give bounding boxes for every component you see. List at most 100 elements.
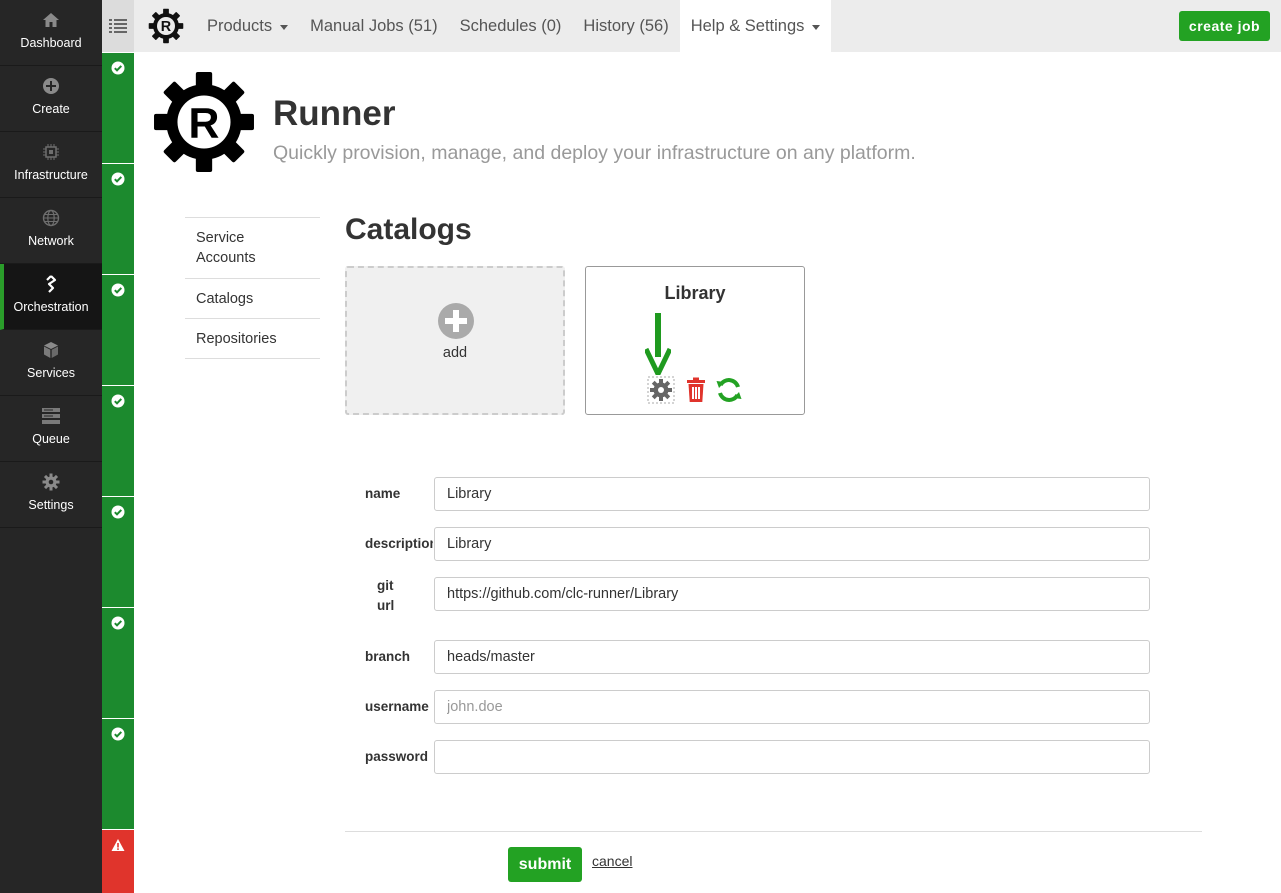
check-circle-icon	[111, 616, 125, 630]
orchestration-icon	[0, 274, 102, 294]
status-success[interactable]	[102, 385, 134, 496]
trash-icon[interactable]	[682, 376, 710, 404]
check-circle-icon	[111, 727, 125, 741]
git-url-label: git url	[365, 576, 433, 616]
username-field[interactable]	[434, 690, 1150, 724]
sidebar-item-infrastructure[interactable]: Infrastructure	[0, 132, 102, 198]
main-menu: Products Manual Jobs (51) Schedules (0) …	[196, 0, 832, 52]
status-success[interactable]	[102, 718, 134, 829]
menu-help-settings[interactable]: Help & Settings	[679, 0, 832, 52]
status-error[interactable]	[102, 829, 134, 893]
sidebar-item-queue[interactable]: Queue	[0, 396, 102, 462]
username-row: username	[365, 690, 1150, 724]
menu-label: Products	[207, 16, 273, 35]
list-icon	[109, 19, 127, 33]
gear-icon	[0, 472, 102, 492]
username-label: username	[365, 699, 429, 714]
top-navbar: R Products Manual Jobs (51) Schedules (0…	[134, 0, 1281, 52]
sidebar-item-label: Network	[28, 234, 74, 248]
status-success[interactable]	[102, 274, 134, 385]
name-label: name	[365, 486, 401, 501]
settings-subnav: Service Accounts Catalogs Repositories	[185, 217, 320, 359]
page-subtitle: Quickly provision, manage, and deploy yo…	[273, 142, 916, 164]
menu-history[interactable]: History (56)	[572, 0, 679, 52]
refresh-icon[interactable]	[715, 376, 743, 404]
sidebar-item-orchestration[interactable]: Orchestration	[0, 264, 102, 330]
left-sidebar: Dashboard Create Infrastructure Network …	[0, 0, 102, 893]
sidebar-item-network[interactable]: Network	[0, 198, 102, 264]
subnav-catalogs[interactable]: Catalogs	[185, 279, 320, 319]
menu-label: History (56)	[583, 16, 669, 35]
page-title: Runner	[273, 94, 396, 133]
caret-down-icon	[812, 24, 821, 30]
globe-icon	[0, 208, 102, 228]
create-job-button[interactable]: create job	[1179, 11, 1270, 41]
runner-logo[interactable]: R	[148, 8, 184, 44]
menu-label: Schedules (0)	[459, 16, 562, 35]
password-label: password	[365, 749, 429, 764]
description-label: description	[365, 536, 433, 551]
sidebar-item-label: Orchestration	[13, 300, 89, 314]
menu-products[interactable]: Products	[196, 0, 299, 52]
password-row: password	[365, 740, 1150, 774]
subnav-label: Repositories	[196, 331, 277, 347]
description-field[interactable]	[434, 527, 1150, 561]
branch-field[interactable]	[434, 640, 1150, 674]
sidebar-item-label: Queue	[32, 432, 70, 446]
submit-button[interactable]: submit	[508, 847, 582, 882]
sidebar-item-label: Settings	[28, 498, 74, 512]
list-toggle-button[interactable]	[102, 0, 134, 52]
catalogs-heading: Catalogs	[345, 213, 472, 246]
git-url-label-line1: git	[377, 578, 394, 593]
menu-schedules[interactable]: Schedules (0)	[449, 0, 573, 52]
sidebar-item-label: Dashboard	[20, 36, 82, 50]
check-circle-icon	[111, 394, 125, 408]
sidebar-item-label: Services	[27, 366, 75, 380]
cancel-link[interactable]: cancel	[592, 853, 632, 869]
status-success[interactable]	[102, 52, 134, 163]
add-label: add	[442, 345, 468, 361]
chip-icon	[0, 142, 102, 162]
gear-icon[interactable]	[647, 376, 675, 404]
subnav-label: Catalogs	[196, 291, 254, 307]
home-icon	[0, 10, 102, 30]
description-row: description	[365, 527, 1150, 561]
sidebar-item-create[interactable]: Create	[0, 66, 102, 132]
warning-icon	[111, 839, 125, 851]
name-row: name	[365, 477, 1150, 511]
sidebar-item-services[interactable]: Services	[0, 330, 102, 396]
git-url-row: git url	[365, 577, 1150, 613]
menu-manual-jobs[interactable]: Manual Jobs (51)	[299, 0, 448, 52]
caret-down-icon	[280, 24, 289, 30]
job-status-strip	[102, 0, 134, 893]
subnav-label: Service Accounts	[196, 230, 256, 266]
status-success[interactable]	[102, 607, 134, 718]
git-url-label-line2: url	[377, 598, 395, 613]
arrow-down-icon	[645, 313, 671, 375]
sidebar-item-dashboard[interactable]: Dashboard	[0, 0, 102, 66]
runner-large-logo: R	[154, 72, 254, 172]
cube-icon	[0, 340, 102, 360]
check-circle-icon	[111, 505, 125, 519]
menu-label: Help & Settings	[690, 16, 805, 35]
git-url-field[interactable]	[434, 577, 1150, 611]
sidebar-item-settings[interactable]: Settings	[0, 462, 102, 528]
menu-label: Manual Jobs (51)	[310, 16, 438, 35]
form-divider	[345, 831, 1202, 832]
branch-label: branch	[365, 649, 411, 664]
plus-circle-icon	[0, 76, 102, 96]
check-circle-icon	[111, 61, 125, 75]
status-success[interactable]	[102, 163, 134, 274]
status-success[interactable]	[102, 496, 134, 607]
password-field[interactable]	[434, 740, 1150, 774]
add-catalog-card[interactable]: add	[345, 266, 565, 415]
catalog-card-library: Library	[585, 266, 805, 415]
name-field[interactable]	[434, 477, 1150, 511]
catalog-card-title: Library	[664, 283, 726, 303]
plus-circle-icon	[438, 303, 474, 339]
subnav-repositories[interactable]: Repositories	[185, 319, 320, 359]
subnav-service-accounts[interactable]: Service Accounts	[185, 218, 320, 279]
check-circle-icon	[111, 283, 125, 297]
queue-icon	[0, 406, 102, 426]
svg-text:R: R	[189, 99, 220, 147]
